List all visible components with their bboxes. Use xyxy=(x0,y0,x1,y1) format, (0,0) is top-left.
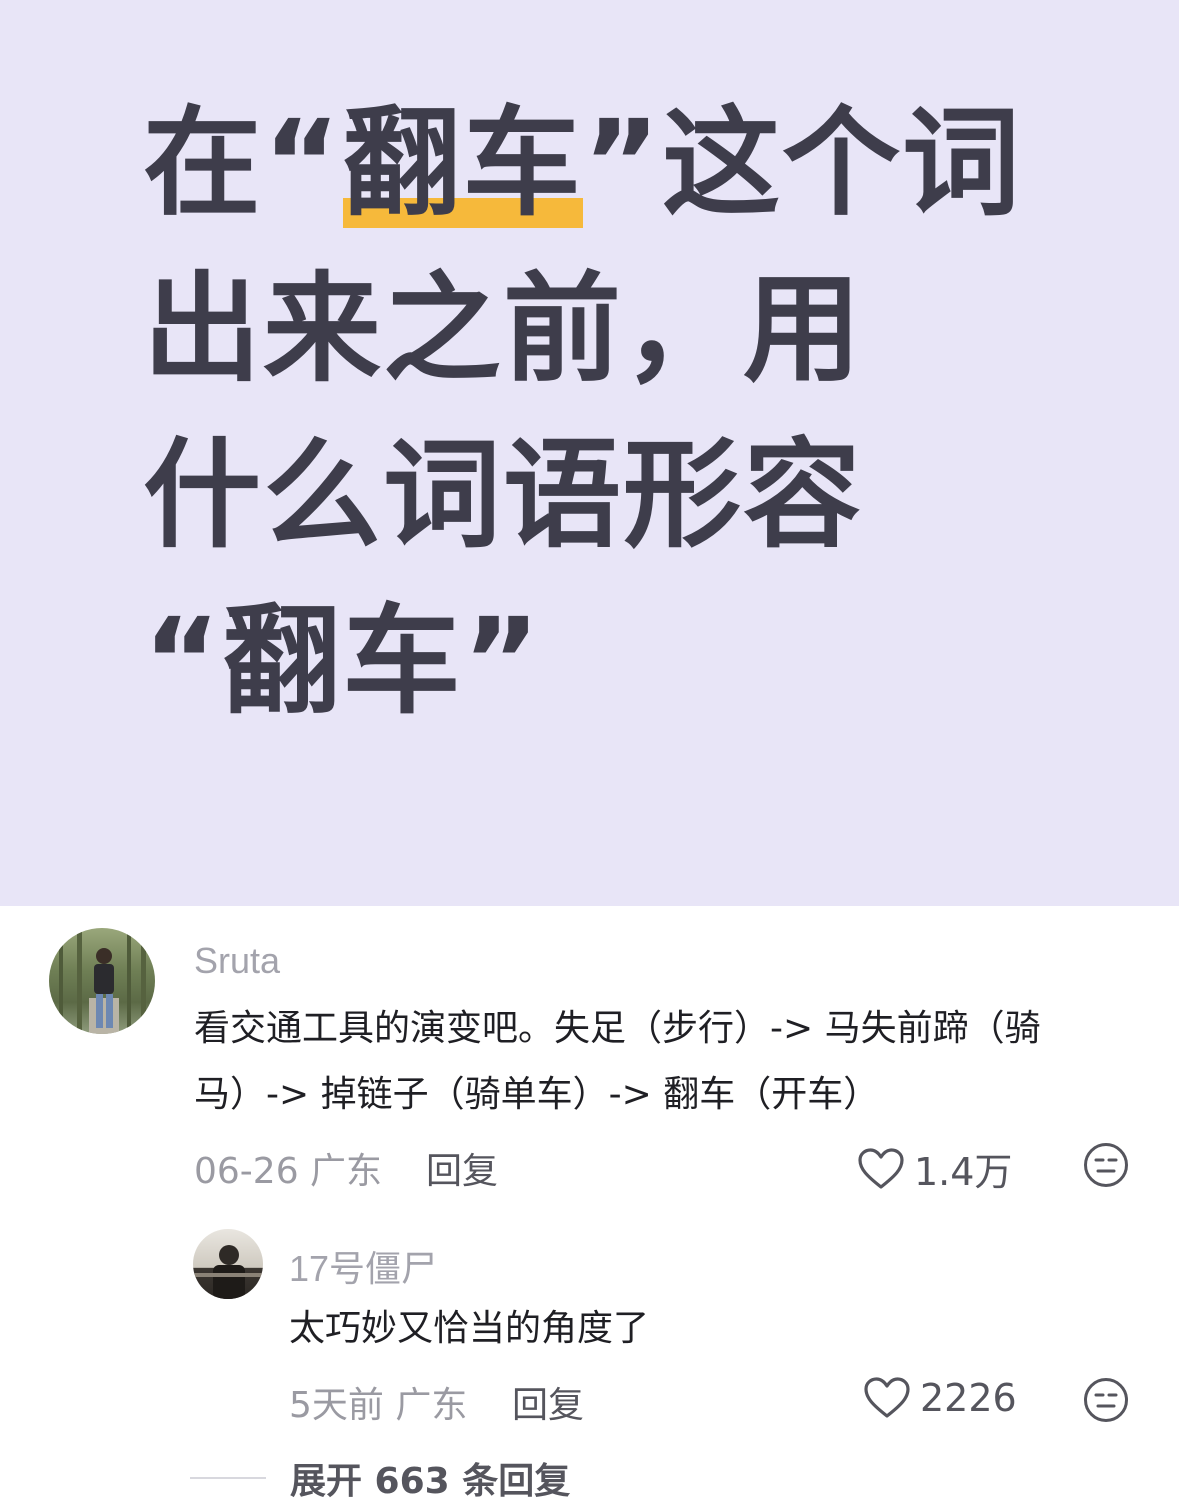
reply-username[interactable]: 17号僵尸 xyxy=(289,1240,437,1292)
avatar-photo-icon xyxy=(193,1245,263,1299)
expand-replies-label: 展开 663 条回复 xyxy=(290,1461,571,1502)
dislike-face-icon xyxy=(1084,1143,1128,1187)
avatar[interactable] xyxy=(49,928,155,1034)
dislike-face-icon xyxy=(1084,1378,1128,1422)
headline-line-1-pre: 在“ xyxy=(143,94,343,232)
comment-username[interactable]: Sruta xyxy=(194,940,280,982)
headline-line-2: 出来之前，用 xyxy=(143,260,864,398)
comment-text-line-1: 看交通工具的演变吧。失足（步行）-> 马失前蹄（骑 xyxy=(194,1008,1041,1049)
expand-replies-button[interactable]: 展开 663 条回复 xyxy=(190,1452,570,1504)
comment-like-button[interactable]: 1.4万 xyxy=(858,1141,1012,1196)
avatar-photo-icon xyxy=(59,928,146,1034)
reply-reply-button[interactable]: 回复 xyxy=(512,1376,584,1428)
comment-text-line-2: 马）-> 掉链子（骑单车）-> 翻车（开车） xyxy=(194,1074,880,1115)
reply-text: 太巧妙又恰当的角度了 xyxy=(289,1308,650,1349)
expand-divider xyxy=(190,1477,266,1479)
headline-line-4: “翻车” xyxy=(143,592,543,730)
headline-highlight: 翻车 xyxy=(342,80,583,246)
reply-like-count: 2226 xyxy=(920,1376,1017,1420)
reply-meta: 5天前 广东 xyxy=(289,1385,468,1426)
comment-dislike-button[interactable] xyxy=(1083,1142,1129,1192)
headline-line-1-post: ”这个词 xyxy=(582,94,1023,232)
headline-highlight-wrap: 翻车 xyxy=(342,94,583,232)
reply-dislike-button[interactable] xyxy=(1083,1377,1129,1427)
reply-avatar[interactable] xyxy=(193,1229,263,1299)
comment-meta: 06-26 广东 xyxy=(194,1151,383,1192)
heart-icon xyxy=(858,1147,904,1189)
headline-line-3: 什么词语形容 xyxy=(143,426,864,564)
comment-reply-button[interactable]: 回复 xyxy=(426,1142,498,1194)
comment-like-count: 1.4万 xyxy=(914,1150,1013,1194)
heart-icon xyxy=(864,1377,910,1418)
comment-text: 看交通工具的演变吧。失足（步行）-> 马失前蹄（骑 马）-> 掉链子（骑单车）-… xyxy=(194,996,1041,1128)
post-headline: 在“翻车”这个词 出来之前，用 什么词语形容 “翻车” xyxy=(143,80,1043,744)
headline-line-1: 在“翻车”这个词 xyxy=(143,80,1043,246)
reply-like-button[interactable]: 2226 xyxy=(864,1376,1017,1420)
